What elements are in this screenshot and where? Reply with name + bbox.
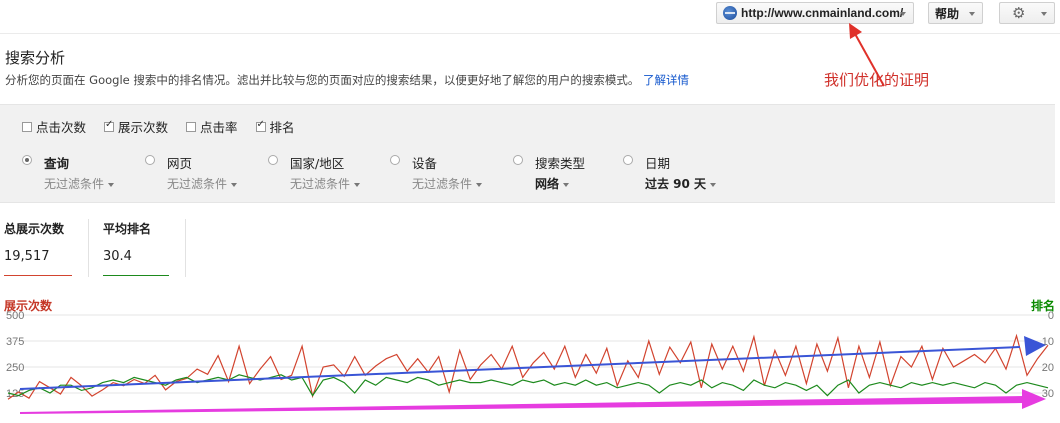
filter-text: 无过滤条件 [412,177,473,191]
metric-impressions[interactable]: 展示次数 [104,117,168,136]
checkbox[interactable] [186,121,197,132]
dimension-label: 日期 [645,156,671,171]
dimension-filter[interactable]: 过去 90 天 [645,175,717,192]
dimension-label: 搜索类型 [535,156,586,171]
metric-label: 点击次数 [36,120,87,135]
position-series-line [7,374,1049,397]
checkbox[interactable] [22,121,32,132]
filter-panel: 点击次数 展示次数 点击率 排名 查询 无过滤条件 网页 无过滤条件 国家/地区 [0,104,1055,203]
stat-label: 平均排名 [103,222,152,236]
top-bar: http://www.cnmainland.com/ 帮助 ⚙ [0,0,1060,34]
checkbox-checked[interactable] [104,119,115,132]
stat-total-impressions[interactable]: 总展示次数 19,517 [4,220,72,276]
stat-average-position[interactable]: 平均排名 30.4 [103,220,169,276]
dimension-filter[interactable]: 无过滤条件 [412,175,483,192]
chevron-down-icon [1041,12,1047,16]
radio-selected[interactable] [22,155,32,165]
filter-text: 无过滤条件 [167,177,228,191]
settings-button[interactable]: ⚙ [999,2,1055,24]
radio[interactable] [623,155,633,165]
dimension-label: 网页 [167,156,193,171]
radio[interactable] [390,155,400,165]
help-label: 帮助 [935,6,960,21]
metric-label: 展示次数 [118,120,169,135]
divider [185,219,186,277]
chevron-down-icon [231,182,238,187]
learn-more-link[interactable]: 了解详情 [643,73,689,87]
metric-label: 排名 [269,120,295,135]
trend-arrow-blue [19,346,1021,390]
filter-text: 网络 [535,177,560,191]
dimension-filter[interactable]: 无过滤条件 [44,175,115,192]
left-tick-label: 250 [6,362,24,374]
page-title: 搜索分析 [5,49,66,67]
chevron-down-icon [563,182,570,187]
help-button[interactable]: 帮助 [928,2,983,24]
metric-label: 点击率 [200,120,238,135]
trend-arrow-magenta [20,396,1024,414]
chevron-down-icon [108,182,115,187]
metric-checkboxes: 点击次数 展示次数 点击率 排名 [22,117,295,136]
chevron-down-icon [969,12,975,16]
stat-value: 19,517 [4,249,50,264]
divider [88,219,89,277]
filter-text: 无过滤条件 [44,177,105,191]
description-text: 分析您的页面在 Google 搜索中的排名情况。滤出并比较与您的页面对应的搜索结… [5,73,640,87]
right-tick-label: 0 [1048,310,1054,322]
globe-icon [723,6,737,20]
radio[interactable] [268,155,278,165]
chevron-down-icon [354,182,361,187]
performance-chart: 500 0375 10250 20125 30 [6,310,1054,414]
radio[interactable] [145,155,155,165]
checkbox-checked[interactable] [255,119,266,132]
filter-text: 无过滤条件 [290,177,351,191]
gear-icon: ⚙ [1012,4,1026,22]
chevron-down-icon [900,12,906,16]
site-url: http://www.cnmainland.com/ [741,6,904,20]
metric-ctr[interactable]: 点击率 [186,117,238,136]
chevron-down-icon [710,182,717,187]
annotation-text: 我们优化的证明 [824,71,930,89]
stat-label: 总展示次数 [4,222,65,236]
dimension-filter[interactable]: 无过滤条件 [290,175,361,192]
metric-position[interactable]: 排名 [255,117,295,136]
radio[interactable] [513,155,523,165]
dimension-label: 国家/地区 [290,156,345,171]
dimension-filter[interactable]: 无过滤条件 [167,175,238,192]
left-tick-label: 375 [6,336,24,348]
dimension-label: 设备 [412,156,438,171]
dimension-label: 查询 [44,156,70,171]
page-description: 分析您的页面在 Google 搜索中的排名情况。滤出并比较与您的页面对应的搜索结… [5,72,689,88]
left-tick-label: 500 [6,310,24,322]
stat-underline [103,275,169,276]
right-tick-label: 20 [1042,362,1054,374]
metric-clicks[interactable]: 点击次数 [22,117,86,136]
stat-value: 30.4 [103,249,132,264]
dimension-filter[interactable]: 网络 [535,175,570,192]
filter-text: 过去 90 天 [645,177,707,191]
dimension-selectors: 查询 无过滤条件 网页 无过滤条件 国家/地区 无过滤条件 设备 无过滤条件 搜… [0,149,1055,199]
chevron-down-icon [476,182,483,187]
stat-underline [4,275,72,276]
